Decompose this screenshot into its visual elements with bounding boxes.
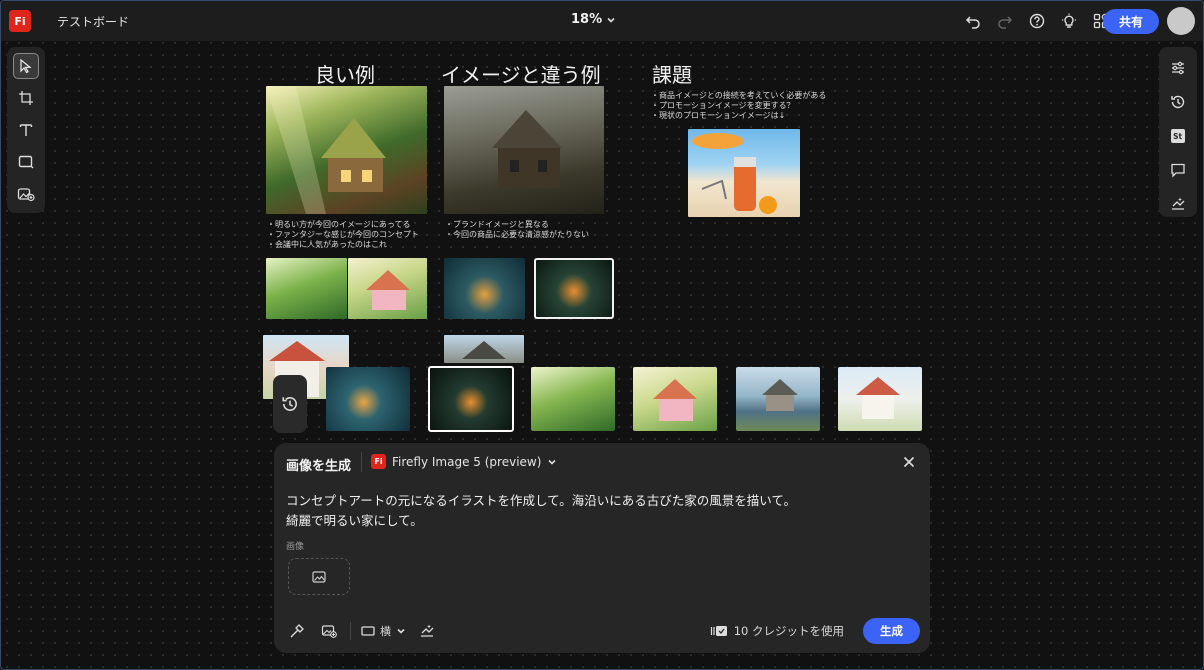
aspect-ratio-value: 横 xyxy=(380,625,391,638)
chevron-down-icon xyxy=(397,628,405,634)
credits-info: 10 クレジットを使用 xyxy=(710,623,844,639)
good-example-notes: ・明るい方が今回のイメージにあってる ・ファンタジーな感じが今回のコンセプト ・… xyxy=(267,220,419,249)
aspect-ratio-selector[interactable]: 横 xyxy=(361,623,406,639)
zoom-control[interactable]: 18% xyxy=(571,12,616,27)
old-house-partial-image[interactable] xyxy=(444,335,524,363)
lightbulb-icon[interactable] xyxy=(1059,11,1079,31)
generation-settings-icon[interactable] xyxy=(416,620,438,642)
frame-tool[interactable] xyxy=(13,85,39,111)
history-thumb-white-house[interactable] xyxy=(838,367,922,431)
svg-text:St: St xyxy=(1173,132,1182,141)
generate-image-icon xyxy=(17,188,35,202)
prompt-line: 綺麗で明るい家にして。 xyxy=(286,513,423,528)
divider xyxy=(350,622,351,640)
night-house-thumb[interactable] xyxy=(444,258,525,319)
rectangle-icon xyxy=(18,155,34,169)
cottage-bright-image[interactable] xyxy=(266,86,427,214)
firefly-model-logo: Fi xyxy=(371,454,386,469)
generate-image-panel: 画像を生成 Fi Firefly Image 5 (preview) コンセプト… xyxy=(274,443,930,653)
generation-history-strip xyxy=(273,361,933,437)
divider xyxy=(361,452,362,472)
right-toolbar: St xyxy=(1159,47,1197,217)
generate-settings-icon[interactable] xyxy=(1165,191,1191,217)
landscape-ratio-icon xyxy=(361,626,375,636)
model-name: Firefly Image 5 (preview) xyxy=(392,454,542,469)
history-thumb-night-house[interactable] xyxy=(326,367,410,431)
model-selector[interactable]: Fi Firefly Image 5 (preview) xyxy=(371,454,557,469)
forest-house-thumb[interactable] xyxy=(266,258,347,319)
history-icon xyxy=(282,397,297,411)
history-thumb-pink-house[interactable] xyxy=(633,367,717,431)
app-window: Fi テストボード 18% 共有 St 良い例 イメージと違う例 課題 ・商品イ… xyxy=(0,0,1204,670)
bad-example-heading: イメージと違う例 xyxy=(441,63,601,87)
style-picker-icon[interactable] xyxy=(286,620,308,642)
pink-house-thumb[interactable] xyxy=(348,258,427,319)
left-toolbar xyxy=(7,47,45,213)
chevron-down-icon xyxy=(548,459,556,465)
generate-tool[interactable] xyxy=(13,181,39,207)
add-reference-image-icon[interactable] xyxy=(318,620,340,642)
cottage-dark-image[interactable] xyxy=(444,86,604,214)
undo-icon[interactable] xyxy=(963,11,983,31)
task-heading: 課題 xyxy=(652,63,692,87)
comment-icon[interactable] xyxy=(1165,157,1191,183)
prompt-input[interactable]: コンセプトアートの元になるイラストを作成して。海沿いにある古びた家の風景を描いて… xyxy=(286,491,906,531)
close-icon[interactable] xyxy=(900,453,918,471)
history-thumb-coastal-house[interactable] xyxy=(736,367,820,431)
history-thumb-forest-house[interactable] xyxy=(531,367,615,431)
generate-button[interactable]: 生成 xyxy=(863,618,920,644)
firefly-logo[interactable]: Fi xyxy=(9,10,31,32)
zoom-level: 18% xyxy=(571,12,603,27)
history-icon[interactable] xyxy=(1165,89,1191,115)
bad-example-notes: ・ブランドイメージと異なる ・今回の商品に必要な清涼感がたりない xyxy=(445,220,589,239)
credits-icon xyxy=(710,626,727,636)
cursor-icon xyxy=(20,58,32,74)
task-notes: ・商品イメージとの接続を考えていく必要がある ・プロモーションイメージを変更する… xyxy=(651,91,827,120)
stock-icon[interactable]: St xyxy=(1165,123,1191,149)
image-reference-label: 画像 xyxy=(286,542,305,552)
adjust-icon[interactable] xyxy=(1165,55,1191,81)
text-icon xyxy=(19,124,33,136)
shape-tool[interactable] xyxy=(13,149,39,175)
image-icon xyxy=(312,570,326,583)
document-title[interactable]: テストボード xyxy=(57,13,129,30)
help-icon[interactable] xyxy=(1027,11,1047,31)
select-tool[interactable] xyxy=(13,53,39,79)
frame-icon xyxy=(19,91,33,105)
promotion-beach-image[interactable] xyxy=(688,129,800,217)
panel-title: 画像を生成 xyxy=(286,459,352,474)
top-bar: Fi テストボード 18% 共有 xyxy=(1,1,1203,41)
history-thumb-night-house-framed[interactable] xyxy=(428,366,514,432)
chevron-down-icon xyxy=(607,17,615,23)
avatar[interactable] xyxy=(1167,7,1195,35)
share-button[interactable]: 共有 xyxy=(1103,9,1159,34)
image-reference-drop[interactable] xyxy=(288,558,350,595)
night-house-framed-thumb[interactable] xyxy=(534,258,614,319)
good-example-heading: 良い例 xyxy=(315,63,375,87)
text-tool[interactable] xyxy=(13,117,39,143)
prompt-line: コンセプトアートの元になるイラストを作成して。海沿いにある古びた家の風景を描いて… xyxy=(286,493,797,508)
redo-icon[interactable] xyxy=(995,11,1015,31)
history-button[interactable] xyxy=(273,375,307,433)
credits-text: 10 クレジットを使用 xyxy=(733,624,844,638)
